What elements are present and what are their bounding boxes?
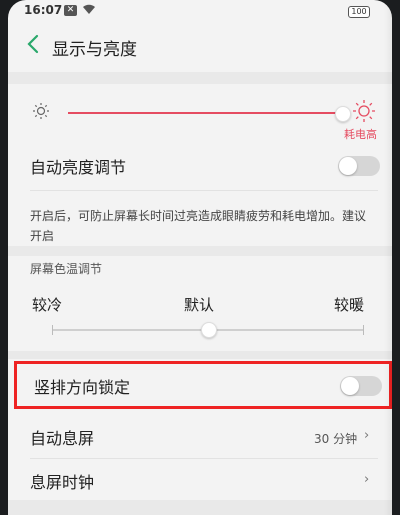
color-temp-warm-label: 较暖 [334, 296, 365, 314]
section-divider [8, 500, 392, 515]
color-temp-cool-label: 较冷 [32, 296, 63, 314]
x-notification-icon: ✕ [64, 5, 77, 16]
back-arrow-icon[interactable] [26, 34, 40, 54]
status-bar: 16:07 ✕ 100 [8, 0, 392, 22]
auto-screen-off-label: 自动息屏 [30, 429, 95, 448]
toggle-knob [339, 157, 357, 175]
status-time: 16:07 [24, 3, 63, 17]
chevron-right-icon: › [364, 472, 370, 487]
brightness-slider-track[interactable] [68, 112, 348, 114]
slider-tick [363, 325, 364, 335]
chevron-right-icon: › [364, 428, 370, 443]
page-header: 显示与亮度 [8, 30, 392, 64]
page-title: 显示与亮度 [52, 40, 137, 60]
auto-brightness-description: 开启后，可防止屏幕长时间过亮造成眼睛疲劳和耗电增加。建议开启 [30, 209, 367, 243]
auto-brightness-label: 自动亮度调节 [30, 158, 127, 177]
row-divider [30, 458, 378, 459]
color-temp-slider-thumb[interactable] [201, 322, 217, 338]
wifi-icon [82, 4, 96, 18]
auto-screen-off-value[interactable]: 30 分钟 [314, 430, 357, 447]
brightness-low-icon [32, 102, 50, 120]
battery-icon: 100 [348, 6, 370, 18]
screen-off-clock-label: 息屏时钟 [30, 473, 95, 492]
section-divider [8, 246, 392, 256]
brightness-high-icon [352, 99, 376, 123]
section-divider [8, 351, 392, 359]
auto-brightness-toggle[interactable] [338, 156, 380, 176]
color-temp-section-title: 屏幕色温调节 [30, 262, 103, 276]
brightness-slider-thumb[interactable] [335, 106, 351, 122]
row-divider [30, 190, 378, 191]
slider-tick [52, 325, 53, 335]
brightness-high-label: 耗电高 [344, 128, 377, 141]
phone-screen: 16:07 ✕ 100 显示与亮度 耗电高 自动亮度调节 开启后，可防止屏幕长时… [8, 0, 392, 515]
color-temp-default-label: 默认 [184, 296, 215, 314]
section-divider [8, 72, 392, 84]
highlight-box [14, 361, 392, 409]
